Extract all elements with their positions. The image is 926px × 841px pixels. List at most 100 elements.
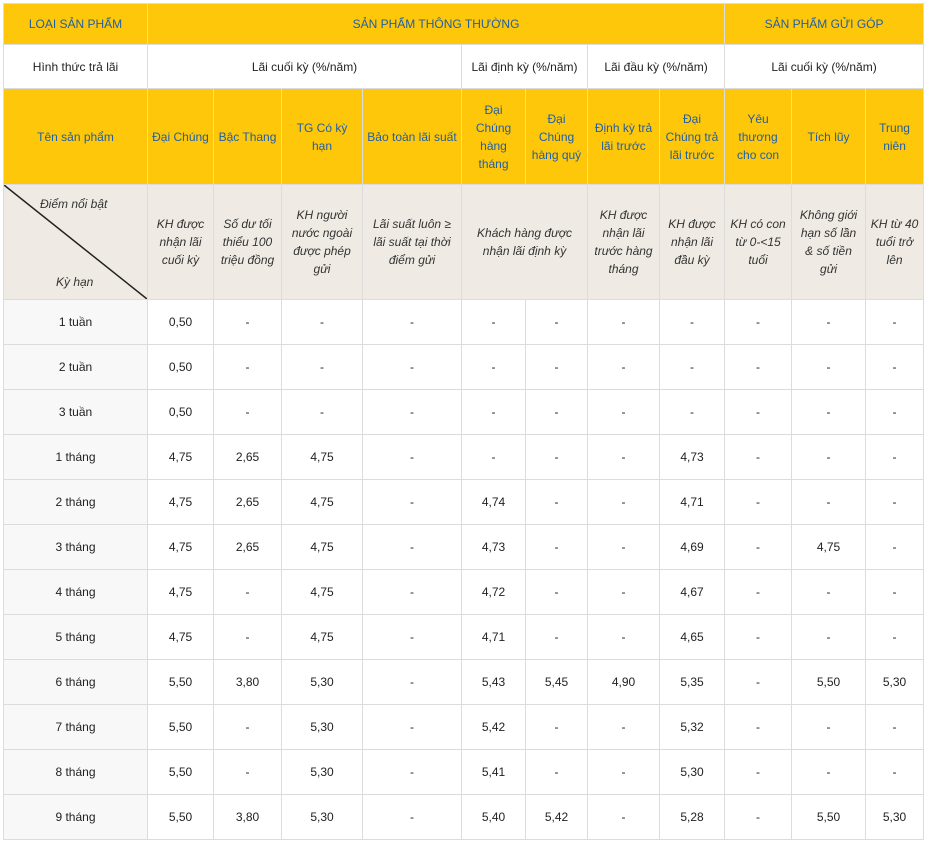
rate-cell: - <box>213 704 282 750</box>
product-highlight: KH từ 40 tuổi trở lên <box>865 184 925 300</box>
table-row: 9 tháng 5,50 3,80 5,30-5,40 5,42-5,28-5,50 5,… <box>3 794 925 840</box>
rate-cell: 5,50 <box>791 794 867 840</box>
product-highlight: KH được nhận lãi đầu kỳ <box>658 184 726 300</box>
rate-cell: - <box>525 614 588 660</box>
rate-cell: - <box>525 479 588 525</box>
payment-method-row: Hình thức trả lãi Lãi cuối kỳ (%/năm) Lã… <box>3 44 925 89</box>
rate-cell: - <box>362 614 462 660</box>
product-name: TG Có kỳ hạn <box>281 88 363 185</box>
table-row: 4 tháng 4,75-4,75-4,72- -4,67- - - <box>3 569 925 615</box>
rate-cell: - <box>525 389 588 435</box>
product-name: Đại Chúng hàng quý <box>525 88 588 185</box>
product-names-row: Tên sản phẩm Đại Chúng Bậc Thang TG Có kỳ … <box>3 88 925 185</box>
rate-cell: 0,50 <box>147 389 214 435</box>
rate-cell: 5,30 <box>281 659 363 705</box>
rate-cell: - <box>362 749 462 795</box>
payment-upfront: Lãi đầu kỳ (%/năm) <box>586 44 726 89</box>
rate-cell: - <box>724 524 793 570</box>
rate-cell: - <box>213 614 282 660</box>
rate-cell: - <box>865 434 925 480</box>
rate-cell: - <box>658 389 726 435</box>
term-cell: 5 tháng <box>3 614 148 660</box>
product-name: Đại Chúng <box>147 88 214 185</box>
rate-cell: - <box>525 344 588 390</box>
rate-cell: - <box>658 344 726 390</box>
product-name: Đại Chúng trả lãi trước <box>658 88 726 185</box>
rate-cell: 4,69 <box>658 524 726 570</box>
rate-cell: 5,41 <box>461 749 526 795</box>
rate-cell: - <box>587 479 660 525</box>
rate-cell: 4,72 <box>461 569 526 615</box>
rate-rows: 1 tuần 0,50- - - - - - - - - -2 tuần 0,50- - - - - - - - - -… <box>3 299 925 840</box>
product-type-label: LOẠI SẢN PHẨM <box>3 3 148 45</box>
rate-cell: - <box>362 569 462 615</box>
group-savings-products: SẢN PHẨM GỬI GÓP <box>724 3 925 45</box>
product-name: Yêu thương cho con <box>724 88 793 185</box>
term-cell: 7 tháng <box>3 704 148 750</box>
table-row: 5 tháng 4,75-4,75-4,71- -4,65- - - <box>3 614 925 660</box>
rate-cell: - <box>362 794 462 840</box>
rate-cell: 5,30 <box>281 704 363 750</box>
interest-rate-table-wrapper: LOẠI SẢN PHẨM SẢN PHẨM THÔNG THƯỜNG SẢN … <box>3 3 925 840</box>
rate-cell: - <box>791 479 867 525</box>
product-type-row: LOẠI SẢN PHẨM SẢN PHẨM THÔNG THƯỜNG SẢN … <box>3 3 925 45</box>
product-name: Đại Chúng hàng tháng <box>461 88 526 185</box>
rate-cell: - <box>213 344 282 390</box>
term-cell: 3 tuần <box>3 389 148 435</box>
rate-cell: - <box>724 569 793 615</box>
rate-cell: - <box>865 389 925 435</box>
rate-cell: - <box>865 569 925 615</box>
rate-cell: - <box>791 434 867 480</box>
rate-cell: 5,35 <box>658 659 726 705</box>
rate-cell: 2,65 <box>213 524 282 570</box>
rate-cell: - <box>724 344 793 390</box>
term-cell: 2 tuần <box>3 344 148 390</box>
rate-cell: - <box>587 299 660 345</box>
term-cell: 2 tháng <box>3 479 148 525</box>
term-cell: 4 tháng <box>3 569 148 615</box>
rate-cell: 4,71 <box>461 614 526 660</box>
rate-cell: - <box>724 479 793 525</box>
term-cell: 9 tháng <box>3 794 148 840</box>
table-row: 2 tháng 4,75 2,65 4,75-4,74- -4,71- - - <box>3 479 925 525</box>
rate-cell: - <box>865 749 925 795</box>
highlight-label: Điểm nổi bật <box>40 197 108 211</box>
rate-cell: - <box>525 524 588 570</box>
table-row: 3 tuần 0,50- - - - - - - - - - <box>3 389 925 435</box>
rate-cell: - <box>791 614 867 660</box>
rate-cell: - <box>865 704 925 750</box>
rate-cell: - <box>362 299 462 345</box>
rate-cell: 2,65 <box>213 434 282 480</box>
rate-cell: - <box>724 434 793 480</box>
rate-cell: - <box>791 344 867 390</box>
rate-cell: - <box>461 434 526 480</box>
rate-cell: 4,75 <box>147 524 214 570</box>
product-highlight: KH được nhận lãi trước hàng tháng <box>587 184 660 300</box>
table-row: 1 tuần 0,50- - - - - - - - - - <box>3 299 925 345</box>
table-row: 6 tháng 5,50 3,80 5,30-5,43 5,45 4,90 5,35-5,5… <box>3 659 925 705</box>
rate-cell: - <box>281 389 363 435</box>
term-label: Kỳ hạn <box>56 275 94 289</box>
rate-cell: 2,65 <box>213 479 282 525</box>
term-cell: 1 tháng <box>3 434 148 480</box>
rate-cell: 4,75 <box>281 479 363 525</box>
rate-cell: 4,75 <box>281 569 363 615</box>
group-regular-products: SẢN PHẨM THÔNG THƯỜNG <box>146 3 726 45</box>
product-highlight: KH được nhận lãi cuối kỳ <box>147 184 214 300</box>
rate-cell: - <box>587 749 660 795</box>
rate-cell: 3,80 <box>213 659 282 705</box>
rate-cell: 4,71 <box>658 479 726 525</box>
term-cell: 8 tháng <box>3 749 148 795</box>
rate-cell: 5,40 <box>461 794 526 840</box>
rate-cell: - <box>525 434 588 480</box>
rate-cell: - <box>865 299 925 345</box>
rate-cell: - <box>362 344 462 390</box>
rate-cell: - <box>362 389 462 435</box>
rate-cell: - <box>362 434 462 480</box>
rate-cell: - <box>865 614 925 660</box>
term-cell: 1 tuần <box>3 299 148 345</box>
rate-cell: 4,74 <box>461 479 526 525</box>
rate-cell: 5,30 <box>865 659 925 705</box>
table-row: 3 tháng 4,75 2,65 4,75-4,73- -4,69-4,75- <box>3 524 925 570</box>
rate-cell: 5,28 <box>658 794 726 840</box>
